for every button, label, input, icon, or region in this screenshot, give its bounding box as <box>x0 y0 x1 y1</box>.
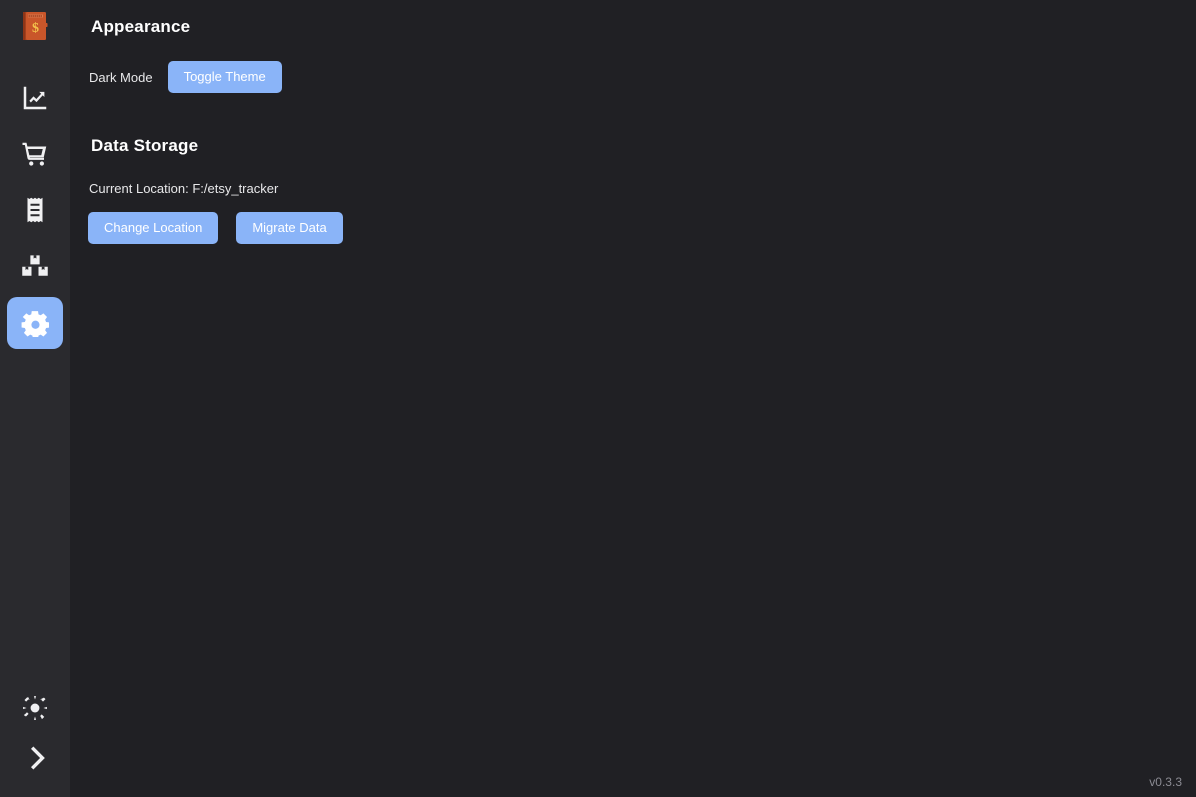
chevron-right-icon <box>30 746 45 770</box>
sun-icon <box>23 696 47 720</box>
storage-button-group: Change Location Migrate Data <box>88 212 343 244</box>
sidebar-item-analytics[interactable] <box>7 73 63 123</box>
chart-line-up-icon <box>23 86 47 110</box>
dark-mode-row: Dark Mode Toggle Theme <box>89 61 282 93</box>
boxes-icon <box>22 255 48 276</box>
sidebar-item-inventory[interactable] <box>7 241 63 291</box>
migrate-data-button[interactable]: Migrate Data <box>236 212 343 244</box>
data-storage-heading: Data Storage <box>91 136 199 155</box>
sidebar-item-settings[interactable] <box>7 297 63 349</box>
sidebar-item-expenses[interactable] <box>7 185 63 235</box>
theme-toggle-button[interactable] <box>9 683 61 733</box>
expand-sidebar-button[interactable] <box>9 733 61 783</box>
gear-icon <box>21 311 49 337</box>
app-logo: $ <box>20 11 50 41</box>
dark-mode-label: Dark Mode <box>89 69 153 85</box>
appearance-heading: Appearance <box>91 17 191 36</box>
current-location-text: Current Location: F:/etsy_tracker <box>89 181 279 196</box>
sidebar-bottom-actions <box>0 683 70 783</box>
svg-text:$: $ <box>32 21 39 36</box>
sidebar-item-sales[interactable] <box>7 129 63 179</box>
ledger-dollar-book-icon: $ <box>23 12 48 40</box>
change-location-button[interactable]: Change Location <box>88 212 219 244</box>
toggle-theme-button[interactable]: Toggle Theme <box>167 61 282 93</box>
app-version-label: v0.3.3 <box>1149 775 1182 789</box>
app-window: $ Appearance Dark Mode Toggle Theme Data… <box>0 0 1196 797</box>
shopping-cart-icon <box>22 142 47 166</box>
receipt-icon <box>27 197 43 223</box>
main-content: Appearance Dark Mode Toggle Theme Data S… <box>70 0 1196 797</box>
sidebar: $ <box>0 0 70 797</box>
sidebar-nav <box>7 73 63 355</box>
